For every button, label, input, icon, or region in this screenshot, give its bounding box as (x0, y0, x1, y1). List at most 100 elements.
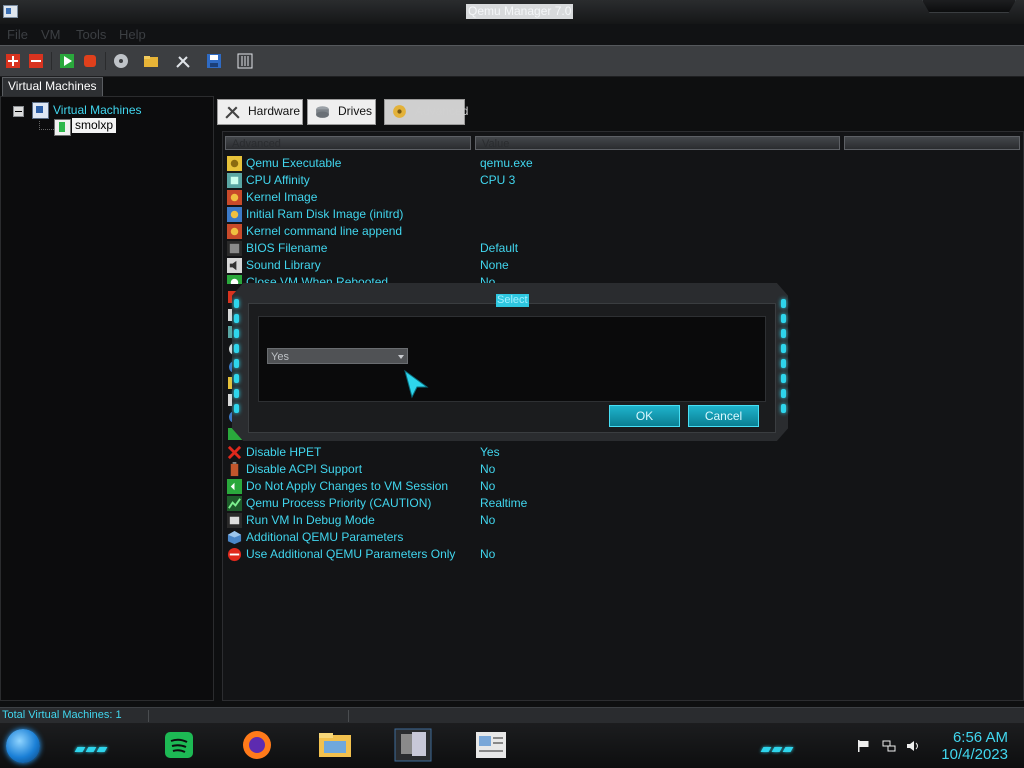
property-name: Disable HPET (246, 445, 322, 459)
property-name: Kernel command line append (246, 224, 403, 238)
left-light-strip (234, 299, 240, 419)
start-vm-icon[interactable] (59, 53, 75, 69)
speaker-icon (227, 258, 242, 273)
property-name: Use Additional QEMU Parameters Only (246, 547, 456, 561)
firefox-icon[interactable] (236, 727, 278, 763)
property-row[interactable]: Disable ACPI Support No (227, 461, 827, 478)
menu-file[interactable]: File (7, 27, 28, 42)
folder-icon[interactable] (143, 53, 159, 69)
property-row[interactable]: Additional QEMU Parameters (227, 529, 827, 546)
tab-advanced[interactable]: Advanced (384, 99, 469, 125)
collapse-icon[interactable] (13, 106, 24, 117)
status-text: Total Virtual Machines: 1 (2, 709, 122, 721)
volume-icon[interactable] (906, 740, 920, 752)
cancel-button[interactable]: Cancel (688, 405, 759, 427)
tab-hardware[interactable]: Hardware (217, 99, 303, 125)
file-explorer-icon[interactable] (314, 727, 356, 763)
start-button[interactable] (6, 729, 40, 763)
system-clock[interactable]: 6:56 AM 10/4/2023 (941, 729, 1008, 763)
tab-virtual-machines[interactable]: Virtual Machines (2, 77, 103, 96)
bios-icon (227, 241, 242, 256)
remove-vm-icon[interactable] (28, 53, 44, 69)
stop-vm-icon[interactable] (82, 53, 98, 69)
menu-tools[interactable]: Tools (76, 27, 106, 42)
menu-vm[interactable]: VM (41, 27, 61, 42)
property-value: qemu.exe (480, 156, 533, 170)
window-title: Qemu Manager 7.0 (466, 4, 574, 19)
property-row[interactable]: Kernel Image (227, 189, 827, 206)
kernel-icon (227, 190, 242, 205)
cpu-icon (227, 173, 242, 188)
property-row[interactable]: Kernel command line append (227, 223, 827, 240)
toolbar-separator (105, 52, 106, 70)
property-row[interactable]: Sound Library None (227, 257, 827, 274)
spotify-icon[interactable] (158, 727, 200, 763)
property-name: Initial Ram Disk Image (initrd) (246, 207, 404, 221)
property-value: No (480, 479, 496, 493)
gear-icon (393, 105, 406, 118)
property-value: Realtime (480, 496, 528, 510)
column-header-blank[interactable] (844, 136, 1020, 150)
property-name: BIOS Filename (246, 241, 328, 255)
status-separator (148, 710, 149, 722)
property-value: CPU 3 (480, 173, 516, 187)
app-icon (3, 5, 18, 18)
title-bar: Qemu Manager 7.0 (0, 0, 1024, 24)
property-row[interactable]: CPU Affinity CPU 3 (227, 172, 827, 189)
cd-icon[interactable] (113, 53, 129, 69)
dropdown-value: Yes (271, 351, 289, 363)
tree-root[interactable]: Virtual Machines (53, 103, 142, 117)
taskbar: 6:56 AM 10/4/2023 (0, 723, 1024, 768)
qemu-manager-icon[interactable] (392, 727, 434, 763)
add-vm-icon[interactable] (5, 53, 21, 69)
select-dialog: Select Yes OK Cancel (232, 283, 788, 441)
property-name: Qemu Executable (246, 156, 342, 170)
toolbar-separator (51, 52, 52, 70)
vm-icon (54, 119, 71, 136)
clock-date: 10/4/2023 (941, 746, 1008, 763)
property-row[interactable]: Use Additional QEMU Parameters Only No (227, 546, 827, 563)
debug-icon (227, 513, 242, 528)
column-header-value[interactable]: Value (475, 136, 840, 150)
battery-icon (230, 462, 239, 477)
property-row[interactable]: BIOS Filename Default (227, 240, 827, 257)
property-row[interactable]: Do Not Apply Changes to VM Session No (227, 478, 827, 495)
property-row[interactable]: Run VM In Debug Mode No (227, 512, 827, 529)
tab-drives[interactable]: Drives (307, 99, 376, 125)
property-name: Kernel Image (246, 190, 318, 204)
property-name: Do Not Apply Changes to VM Session (246, 479, 449, 493)
priority-icon (227, 496, 242, 511)
tools-icon[interactable] (175, 53, 191, 69)
property-value: None (480, 258, 509, 272)
tab-label: Advanced (415, 104, 469, 118)
property-value: Default (480, 241, 519, 255)
chevron-down-icon (398, 355, 404, 359)
ok-button[interactable]: OK (609, 405, 680, 427)
network-icon[interactable] (882, 740, 896, 752)
no-entry-icon (227, 547, 242, 562)
flag-icon[interactable] (857, 740, 871, 752)
value-dropdown[interactable]: Yes (267, 348, 408, 364)
toolbar (0, 45, 1024, 77)
property-row[interactable]: Initial Ram Disk Image (initrd) (227, 206, 827, 223)
column-header-name[interactable]: Advanced (225, 136, 471, 150)
property-row[interactable]: Qemu Executable qemu.exe (227, 155, 827, 172)
notepad-icon[interactable] (470, 727, 512, 763)
property-row[interactable]: Qemu Process Priority (CAUTION) Realtime (227, 495, 827, 512)
dialog-content: Yes (258, 316, 766, 402)
property-name: Disable ACPI Support (246, 462, 363, 476)
taskbar-lights (74, 741, 114, 752)
settings-icon[interactable] (237, 53, 253, 69)
menu-help[interactable]: Help (119, 27, 146, 42)
window-controls[interactable] (922, 0, 1016, 13)
tree-connector (39, 121, 54, 130)
drive-icon (316, 106, 329, 118)
save-icon[interactable] (206, 53, 222, 69)
property-value: No (480, 513, 496, 527)
taskbar-lights (760, 741, 800, 752)
status-bar: Total Virtual Machines: 1 (0, 707, 1024, 724)
ramdisk-icon (227, 207, 242, 222)
tree-item-smolxp[interactable]: smolxp (72, 118, 117, 133)
virtual-machines-icon (32, 102, 49, 119)
property-row[interactable]: Disable HPET Yes (227, 444, 827, 461)
